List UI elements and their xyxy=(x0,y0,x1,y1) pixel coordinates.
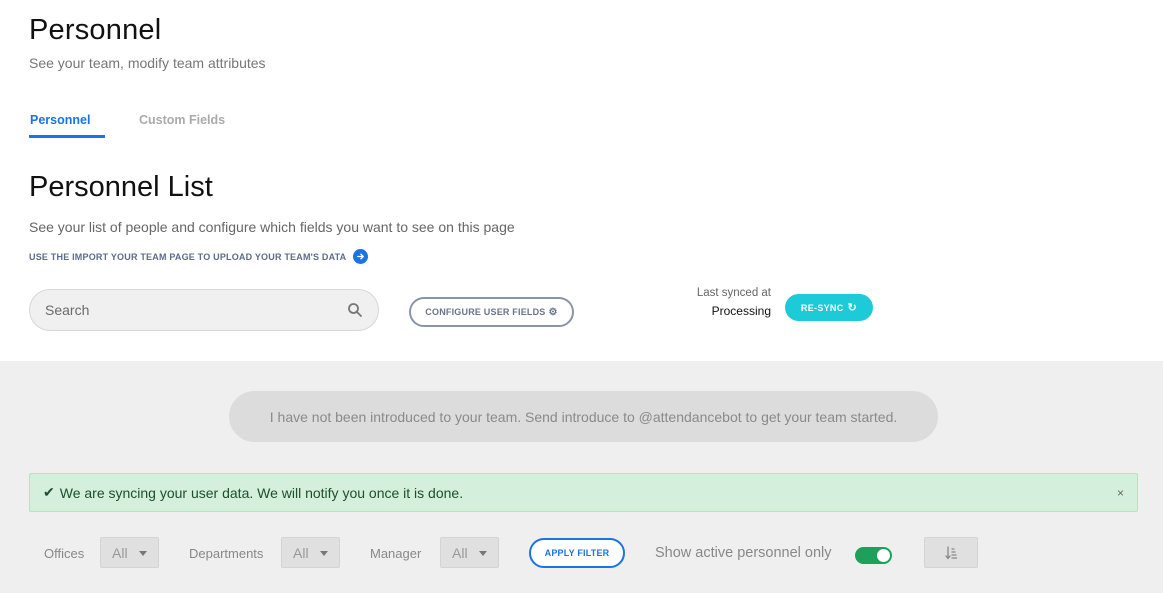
resync-button-label: RE-SYNC xyxy=(800,302,844,313)
tab-personnel[interactable]: Personnel xyxy=(29,112,105,138)
tab-bar: Personnel Custom Fields xyxy=(29,112,259,139)
configure-button-label: CONFIGURE USER FIELDS xyxy=(425,307,546,317)
manager-select[interactable]: All xyxy=(440,537,499,568)
offices-filter-label: Offices xyxy=(44,546,85,561)
refresh-icon: ↻ xyxy=(847,302,858,314)
sync-alert: ✔ We are syncing your user data. We will… xyxy=(29,473,1138,512)
search-icon[interactable] xyxy=(347,302,363,318)
sync-status: Processing xyxy=(711,304,771,318)
search-input[interactable] xyxy=(45,302,335,318)
toggle-knob xyxy=(877,549,890,562)
page-subtitle: See your team, modify team attributes xyxy=(29,55,266,71)
caret-down-icon xyxy=(320,551,328,556)
close-icon[interactable]: × xyxy=(1117,486,1124,500)
active-only-toggle[interactable] xyxy=(855,547,892,564)
resync-button[interactable]: RE-SYNC ↻ xyxy=(785,294,873,321)
import-team-link[interactable]: USE THE IMPORT YOUR TEAM PAGE TO UPLOAD … xyxy=(29,249,369,264)
arrow-right-icon[interactable] xyxy=(353,249,369,264)
active-only-label: Show active personnel only xyxy=(655,545,832,561)
page-header: Personnel See your team, modify team att… xyxy=(0,0,1163,139)
offices-select-value: All xyxy=(112,544,128,561)
sort-button[interactable] xyxy=(924,537,978,568)
search-field xyxy=(29,289,379,331)
tab-custom-fields[interactable]: Custom Fields xyxy=(138,112,226,138)
apply-filter-button[interactable]: APPLY FILTER xyxy=(529,538,625,568)
offices-select[interactable]: All xyxy=(100,537,159,568)
alert-message: We are syncing your user data. We will n… xyxy=(59,484,464,501)
departments-filter-label: Departments xyxy=(189,546,264,561)
section-title: Personnel List xyxy=(29,171,213,203)
manager-select-value: All xyxy=(452,544,468,561)
manager-filter-label: Manager xyxy=(370,546,422,561)
import-link-label: USE THE IMPORT YOUR TEAM PAGE TO UPLOAD … xyxy=(29,251,347,262)
sort-icon xyxy=(945,545,957,559)
last-synced-label: Last synced at xyxy=(696,287,771,299)
intro-message: I have not been introduced to your team.… xyxy=(229,391,938,442)
personnel-list-section: Personnel List See your list of people a… xyxy=(0,139,1163,361)
page-title: Personnel xyxy=(29,14,162,46)
gear-icon: ⚙ xyxy=(548,306,558,318)
departments-select[interactable]: All xyxy=(281,537,340,568)
section-description: See your list of people and configure wh… xyxy=(29,219,515,235)
departments-select-value: All xyxy=(293,544,309,561)
caret-down-icon xyxy=(139,551,147,556)
configure-user-fields-button[interactable]: CONFIGURE USER FIELDS ⚙ xyxy=(409,297,574,327)
caret-down-icon xyxy=(479,551,487,556)
checkmark-icon: ✔ xyxy=(43,484,55,500)
